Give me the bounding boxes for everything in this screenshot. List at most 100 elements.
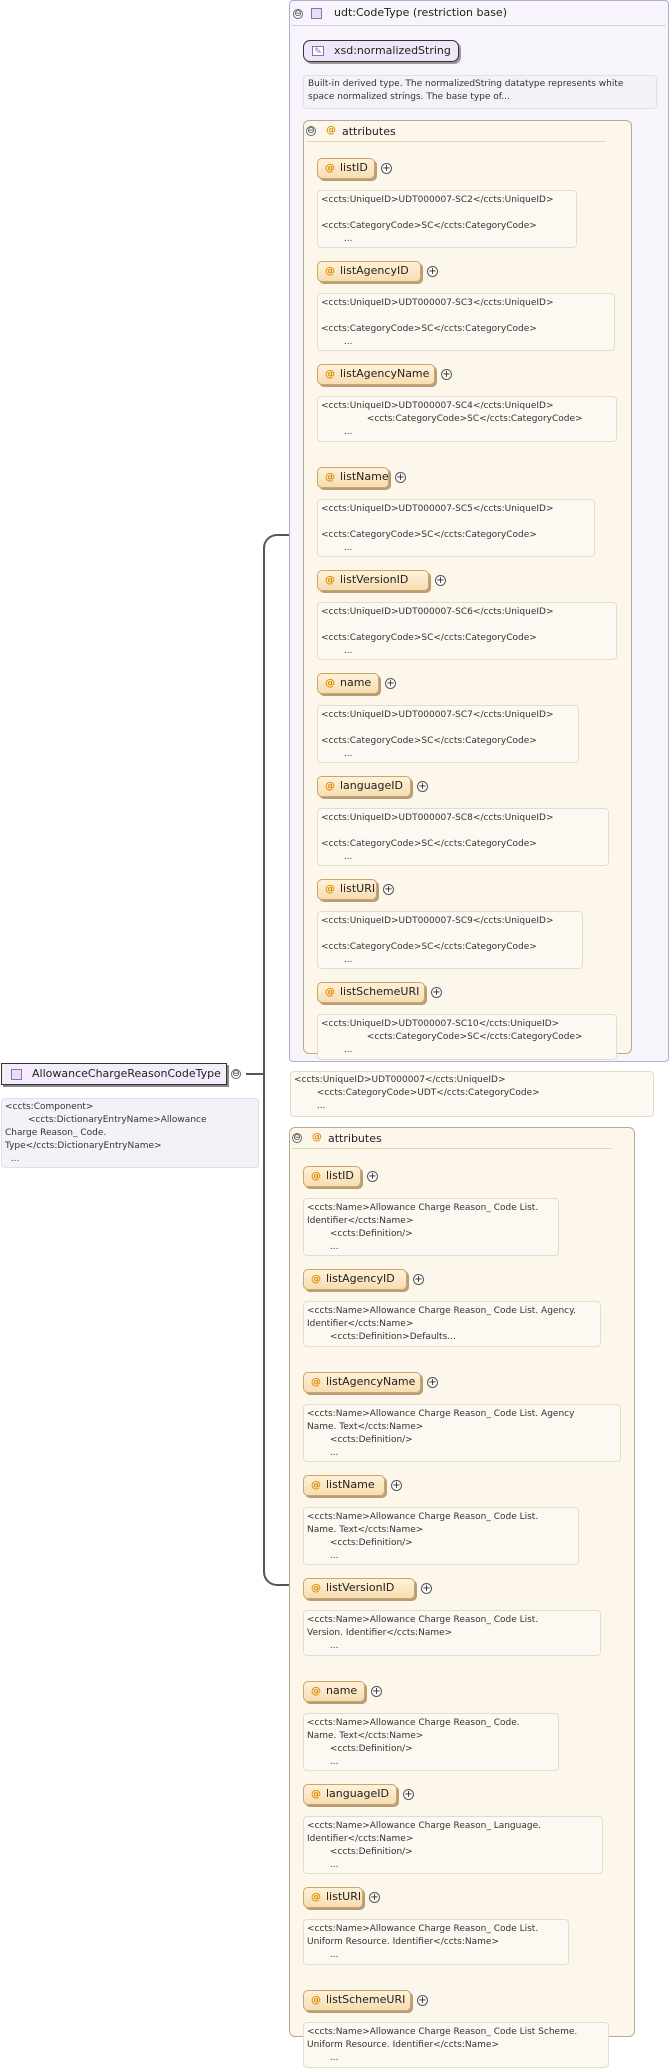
doc-line: <ccts:Definition/> [307, 1744, 413, 1754]
attribute-name: listVersionID [340, 573, 409, 586]
doc-line: ... [307, 1641, 339, 1651]
attribute-icon: @ [325, 266, 335, 277]
attribute-name: listURI [340, 882, 376, 895]
attribute-name: languageID [340, 779, 403, 792]
doc-line: <ccts:UniqueID>UDT000007-SC2</ccts:Uniqu… [321, 195, 554, 205]
attribute-listID[interactable]: @ listID [303, 1166, 361, 1187]
doc-line: <ccts:UniqueID>UDT000007-SC4</ccts:Uniqu… [321, 401, 554, 411]
doc-line: ... [321, 955, 353, 965]
attribute-doc: <ccts:Name>Allowance Charge Reason_ Code… [303, 1919, 569, 1965]
attribute-languageID[interactable]: @ languageID [303, 1784, 397, 1805]
base-attributes-label: attributes [342, 125, 396, 138]
expand-icon[interactable]: + [441, 369, 452, 380]
attribute-listID[interactable]: @ listID [317, 158, 375, 179]
attribute-listURI[interactable]: @ listURI [303, 1887, 363, 1908]
root-connector-stub [246, 1073, 264, 1075]
doc-line: space normalized strings. The base type … [308, 92, 510, 102]
attribute-icon: @ [325, 678, 335, 689]
doc-line: ... [321, 749, 353, 759]
expand-icon[interactable]: + [421, 1583, 432, 1594]
expand-icon[interactable]: + [413, 1274, 424, 1285]
attribute-group-icon: @ [326, 125, 336, 136]
expand-icon[interactable]: + [383, 884, 394, 895]
expand-icon[interactable]: + [417, 1995, 428, 2006]
expand-icon[interactable]: + [381, 163, 392, 174]
doc-line: Name. Text</ccts:Name> [307, 1422, 424, 1432]
attribute-doc: <ccts:UniqueID>UDT000007-SC4</ccts:Uniqu… [317, 396, 617, 442]
expand-icon[interactable]: + [427, 1377, 438, 1388]
doc-line: ... [5, 1154, 20, 1164]
doc-line: Identifier</ccts:Name> [307, 1216, 414, 1226]
derived-attributes-header: ⊖ @ attributes [292, 1129, 612, 1149]
attribute-icon: @ [311, 1274, 321, 1285]
attribute-listName[interactable]: @ listName [303, 1475, 385, 1496]
doc-line [321, 928, 579, 941]
expand-icon[interactable]: + [371, 1686, 382, 1697]
expand-icon[interactable]: + [367, 1171, 378, 1182]
attribute-name[interactable]: @ name [317, 673, 379, 694]
attribute-doc: <ccts:Name>Allowance Charge Reason_ Code… [303, 1713, 559, 1771]
attribute-listAgencyID[interactable]: @ listAgencyID [317, 261, 421, 282]
simple-type-doc: Built-in derived type. The normalizedStr… [303, 75, 657, 109]
attribute-listVersionID[interactable]: @ listVersionID [303, 1578, 415, 1599]
simple-type-box[interactable]: ✎ xsd:normalizedString [303, 40, 459, 62]
attribute-doc: <ccts:Name>Allowance Charge Reason_ Code… [303, 1198, 559, 1256]
attribute-doc: <ccts:Name>Allowance Charge Reason_ Code… [303, 2022, 609, 2068]
doc-line: Name. Text</ccts:Name> [307, 1731, 424, 1741]
doc-line: <ccts:Name>Allowance Charge Reason_ Code… [307, 1512, 539, 1522]
doc-line [321, 825, 605, 838]
expand-icon[interactable]: + [403, 1789, 414, 1800]
attribute-languageID[interactable]: @ languageID [317, 776, 411, 797]
doc-line: <ccts:UniqueID>UDT000007-SC3</ccts:Uniqu… [321, 298, 554, 308]
attribute-name[interactable]: @ name [303, 1681, 365, 1702]
attribute-name: name [326, 1684, 358, 1697]
attribute-icon: @ [325, 369, 335, 380]
attribute-listAgencyName[interactable]: @ listAgencyName [303, 1372, 421, 1393]
attribute-icon: @ [311, 1377, 321, 1388]
doc-line: ... [321, 1045, 353, 1055]
attribute-name: listAgencyName [326, 1375, 416, 1388]
root-type-box[interactable]: AllowanceChargeReasonCodeType [1, 1063, 227, 1085]
doc-line [321, 619, 613, 632]
expand-icon[interactable]: + [435, 575, 446, 586]
expand-icon[interactable]: + [431, 987, 442, 998]
doc-line: <ccts:UniqueID>UDT000007-SC10</ccts:Uniq… [321, 1019, 560, 1029]
expand-icon[interactable]: + [417, 781, 428, 792]
doc-line: <ccts:UniqueID>UDT000007-SC6</ccts:Uniqu… [321, 607, 554, 617]
attribute-icon: @ [311, 1995, 321, 2006]
restriction-base-header: ⊖ udt:CodeType (restriction base) [292, 0, 666, 26]
attribute-doc: <ccts:Name>Allowance Charge Reason_ Code… [303, 1301, 601, 1347]
doc-line: <ccts:Name>Allowance Charge Reason_ Code… [307, 1924, 539, 1934]
attribute-icon: @ [311, 1583, 321, 1594]
expand-icon[interactable]: + [385, 678, 396, 689]
attribute-listURI[interactable]: @ listURI [317, 879, 377, 900]
doc-line: <ccts:Name>Allowance Charge Reason_ Lang… [307, 1821, 541, 1831]
doc-line: <ccts:Name>Allowance Charge Reason_ Code… [307, 1409, 575, 1419]
root-collapse-icon[interactable]: ⊖ [231, 1069, 241, 1079]
doc-line: <ccts:UniqueID>UDT000007-SC9</ccts:Uniqu… [321, 916, 554, 926]
base-collapse-icon[interactable]: ⊖ [293, 9, 303, 19]
doc-line: ... [321, 852, 353, 862]
doc-line: <ccts:CategoryCode>SC</ccts:CategoryCode… [321, 633, 537, 643]
doc-line: <ccts:CategoryCode>SC</ccts:CategoryCode… [321, 942, 537, 952]
attribute-doc: <ccts:UniqueID>UDT000007-SC9</ccts:Uniqu… [317, 911, 583, 969]
doc-line: <ccts:Name>Allowance Charge Reason_ Code… [307, 1615, 539, 1625]
expand-icon[interactable]: + [427, 266, 438, 277]
attribute-name: listURI [326, 1890, 362, 1903]
attribute-name: listAgencyID [340, 264, 409, 277]
derived-attributes-collapse-icon[interactable]: ⊖ [292, 1133, 302, 1143]
doc-line: <ccts:UniqueID>UDT000007</ccts:UniqueID> [294, 1075, 506, 1085]
doc-line: ... [307, 1950, 339, 1960]
doc-line: ... [307, 1448, 339, 1458]
base-attributes-collapse-icon[interactable]: ⊖ [306, 126, 316, 136]
expand-icon[interactable]: + [395, 472, 406, 483]
expand-icon[interactable]: + [369, 1892, 380, 1903]
attribute-listAgencyID[interactable]: @ listAgencyID [303, 1269, 407, 1290]
expand-icon[interactable]: + [391, 1480, 402, 1491]
attribute-listVersionID[interactable]: @ listVersionID [317, 570, 429, 591]
attribute-listName[interactable]: @ listName [317, 467, 389, 488]
attribute-listSchemeURI[interactable]: @ listSchemeURI [317, 982, 425, 1003]
doc-line: Identifier</ccts:Name> [307, 1834, 414, 1844]
attribute-listAgencyName[interactable]: @ listAgencyName [317, 364, 435, 385]
attribute-listSchemeURI[interactable]: @ listSchemeURI [303, 1990, 411, 2011]
